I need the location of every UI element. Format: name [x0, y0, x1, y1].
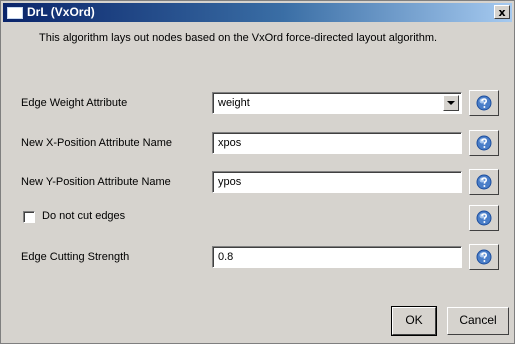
new-x-input[interactable]: xpos — [212, 132, 462, 154]
algorithm-description: This algorithm lays out nodes based on t… — [39, 32, 438, 44]
new-y-value: ypos — [218, 176, 242, 188]
no-cut-checkbox[interactable] — [23, 211, 35, 223]
cutting-strength-input[interactable]: 0.8 — [212, 246, 462, 268]
no-cut-label: Do not cut edges — [42, 210, 126, 222]
cancel-button[interactable]: Cancel — [447, 307, 509, 335]
close-button[interactable]: x — [494, 5, 510, 19]
window-icon — [7, 7, 23, 19]
cutting-strength-label: Edge Cutting Strength — [21, 251, 130, 263]
chevron-down-icon[interactable] — [443, 95, 459, 111]
edge-weight-help-button[interactable] — [469, 90, 499, 116]
window-title: DrL (VxOrd) — [27, 5, 95, 19]
new-y-label: New Y-Position Attribute Name — [21, 176, 171, 188]
help-icon — [476, 210, 492, 226]
new-y-help-button[interactable] — [469, 169, 499, 195]
help-icon — [476, 249, 492, 265]
edge-weight-label: Edge Weight Attribute — [21, 97, 128, 109]
title-bar[interactable]: DrL (VxOrd) x — [3, 3, 512, 22]
new-x-value: xpos — [218, 137, 242, 149]
edge-weight-value: weight — [218, 97, 250, 109]
cutting-strength-value: 0.8 — [218, 251, 234, 263]
help-icon — [476, 95, 492, 111]
help-icon — [476, 174, 492, 190]
edge-weight-select[interactable]: weight — [212, 92, 462, 114]
no-cut-help-button[interactable] — [469, 205, 499, 231]
cutting-strength-help-button[interactable] — [469, 244, 499, 270]
new-x-help-button[interactable] — [469, 130, 499, 156]
ok-button[interactable]: OK — [391, 306, 437, 336]
new-y-input[interactable]: ypos — [212, 171, 462, 193]
dialog-window: DrL (VxOrd) x This algorithm lays out no… — [0, 0, 515, 344]
help-icon — [476, 135, 492, 151]
new-x-label: New X-Position Attribute Name — [21, 137, 173, 149]
